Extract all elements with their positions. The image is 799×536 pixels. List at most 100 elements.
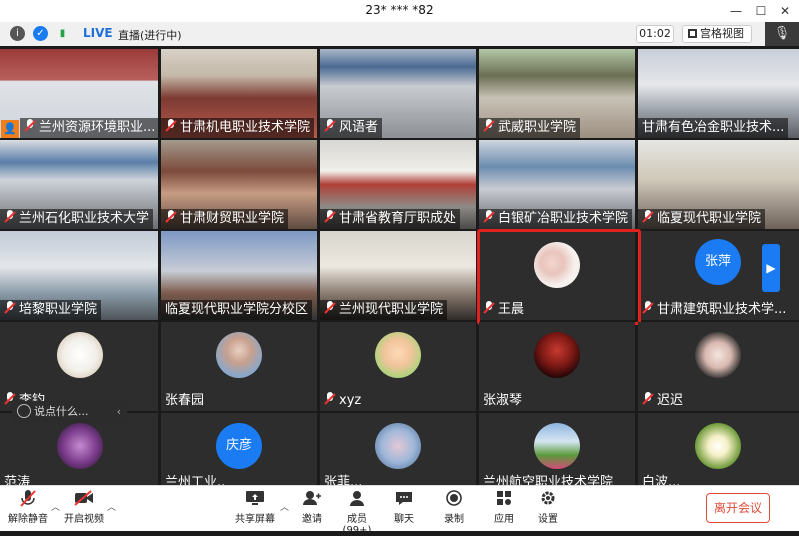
- avatar: [534, 332, 580, 378]
- participant-name: 临夏现代职业学院: [638, 209, 766, 229]
- window-title: 23* *** *82: [365, 3, 434, 17]
- participant-name: 甘肃财贸职业学院: [161, 209, 289, 229]
- video-tile[interactable]: 庆彦 兰州工业..: [161, 413, 317, 485]
- unmute-button[interactable]: 解除静音: [6, 490, 50, 525]
- video-tile[interactable]: 风语者: [320, 49, 476, 138]
- participant-name: 培黎职业学院: [0, 300, 102, 320]
- gear-icon: [537, 490, 559, 508]
- leave-meeting-button[interactable]: 离开会议: [706, 493, 770, 523]
- title-bar: 23* *** *82 — ☐ ✕: [0, 0, 799, 22]
- live-status[interactable]: 直播(进行中): [118, 27, 182, 43]
- participant-name: 甘肃机电职业技术学院: [161, 118, 315, 138]
- view-mode-button[interactable]: 宫格视图: [682, 25, 752, 43]
- video-tile[interactable]: 白银矿冶职业技术学院: [479, 140, 635, 229]
- participant-name: 张菲...: [324, 475, 363, 485]
- share-screen-button[interactable]: 共享屏幕: [232, 490, 278, 525]
- apps-button[interactable]: 应用: [484, 490, 524, 525]
- speaker-mic-icon[interactable]: 🎙: [765, 22, 799, 46]
- share-screen-icon: [244, 490, 266, 508]
- participant-name: 迟迟: [638, 391, 687, 411]
- video-tile[interactable]: 张淑琴: [479, 322, 635, 411]
- participant-name: 张春园: [165, 393, 205, 408]
- record-button[interactable]: 录制: [434, 490, 474, 525]
- avatar: [57, 423, 103, 469]
- avatar: [695, 332, 741, 378]
- active-speaker-highlight: [477, 229, 641, 325]
- video-tile[interactable]: 张菲...: [320, 413, 476, 485]
- record-icon: [443, 490, 465, 508]
- video-options-chevron-icon[interactable]: ︿: [107, 500, 116, 513]
- next-page-arrow-icon[interactable]: ▶: [762, 244, 780, 292]
- video-tile[interactable]: 迟迟: [638, 322, 799, 411]
- camera-off-icon: [73, 490, 95, 508]
- video-tile[interactable]: 兰州石化职业技术大学: [0, 140, 158, 229]
- participant-name: 武威职业学院: [479, 118, 581, 138]
- meeting-toolbar: i ✓ ▮ LIVE 直播(进行中) 01:02 宫格视图: [0, 22, 799, 46]
- avatar: [375, 423, 421, 469]
- video-tile[interactable]: 培黎职业学院: [0, 231, 158, 320]
- avatar: [695, 423, 741, 469]
- video-tile[interactable]: xyz: [320, 322, 476, 411]
- meeting-timer: 01:02: [636, 25, 674, 43]
- avatar: [57, 332, 103, 378]
- live-badge[interactable]: LIVE: [83, 26, 113, 40]
- video-tile[interactable]: 武威职业学院: [479, 49, 635, 138]
- chat-input[interactable]: 说点什么... ‹: [12, 401, 127, 423]
- members-button[interactable]: 成员(99+): [333, 490, 381, 536]
- avatar: [534, 423, 580, 469]
- emoji-icon[interactable]: [17, 404, 31, 418]
- avatar: [375, 332, 421, 378]
- chat-icon: [393, 490, 415, 508]
- participant-name: 甘肃省教育厅职成处: [320, 209, 461, 229]
- settings-button[interactable]: 设置: [528, 490, 568, 525]
- participant-name: xyz: [320, 391, 365, 411]
- participant-name: 张淑琴: [483, 393, 523, 408]
- share-options-chevron-icon[interactable]: ︿: [280, 500, 289, 513]
- video-tile[interactable]: 兰州资源环境职业...: [0, 49, 158, 138]
- collapse-chevron-icon[interactable]: ‹: [117, 401, 121, 423]
- chat-button[interactable]: 聊天: [384, 490, 424, 525]
- avatar: 庆彦: [216, 423, 262, 469]
- close-icon[interactable]: ✕: [776, 2, 794, 20]
- video-tile[interactable]: 兰州现代职业学院: [320, 231, 476, 320]
- start-video-button[interactable]: 开启视频: [62, 490, 106, 525]
- video-tile[interactable]: 李钧: [0, 322, 158, 411]
- signal-icon[interactable]: ▮: [55, 26, 70, 41]
- members-icon: [346, 490, 368, 508]
- video-tile[interactable]: 张春园: [161, 322, 317, 411]
- view-mode-label: 宫格视图: [700, 27, 744, 40]
- participant-name: 甘肃建筑职业技术学...: [638, 300, 790, 320]
- info-icon[interactable]: i: [10, 26, 25, 41]
- mic-options-chevron-icon[interactable]: ︿: [51, 500, 60, 513]
- invite-button[interactable]: 邀请: [292, 490, 332, 525]
- maximize-icon[interactable]: ☐: [752, 2, 770, 20]
- video-tile[interactable]: 甘肃有色冶金职业技术...: [638, 49, 799, 138]
- video-tile[interactable]: 甘肃省教育厅职成处: [320, 140, 476, 229]
- mic-muted-icon: [17, 490, 39, 508]
- avatar: 张萍: [695, 239, 741, 285]
- invite-icon: [301, 490, 323, 508]
- chat-placeholder: 说点什么...: [34, 405, 89, 418]
- video-tile[interactable]: 甘肃财贸职业学院: [161, 140, 317, 229]
- shield-icon[interactable]: ✓: [33, 26, 48, 41]
- host-icon: 👤: [1, 120, 19, 138]
- video-tile[interactable]: 白波...: [638, 413, 799, 485]
- video-tile[interactable]: 甘肃机电职业技术学院: [161, 49, 317, 138]
- participant-name: 白波...: [642, 475, 681, 485]
- grid-icon: [688, 29, 697, 38]
- participant-name: 兰州资源环境职业...: [20, 118, 158, 138]
- participant-name: 兰州航空职业技术学院: [483, 475, 614, 485]
- video-tile[interactable]: 范涛: [0, 413, 158, 485]
- participant-name: 兰州石化职业技术大学: [0, 209, 154, 229]
- avatar: [216, 332, 262, 378]
- participant-name: 范涛: [4, 475, 31, 485]
- participant-name: 甘肃有色冶金职业技术...: [638, 118, 789, 138]
- minimize-icon[interactable]: —: [727, 2, 745, 20]
- participant-name: 风语者: [320, 118, 383, 138]
- video-tile[interactable]: 临夏现代职业学院分校区: [161, 231, 317, 320]
- participant-name: 临夏现代职业学院分校区: [161, 300, 313, 320]
- video-tile[interactable]: 兰州航空职业技术学院: [479, 413, 635, 485]
- participant-name: 白银矿冶职业技术学院: [479, 209, 633, 229]
- participant-name: 兰州现代职业学院: [320, 300, 448, 320]
- video-tile[interactable]: 临夏现代职业学院: [638, 140, 799, 229]
